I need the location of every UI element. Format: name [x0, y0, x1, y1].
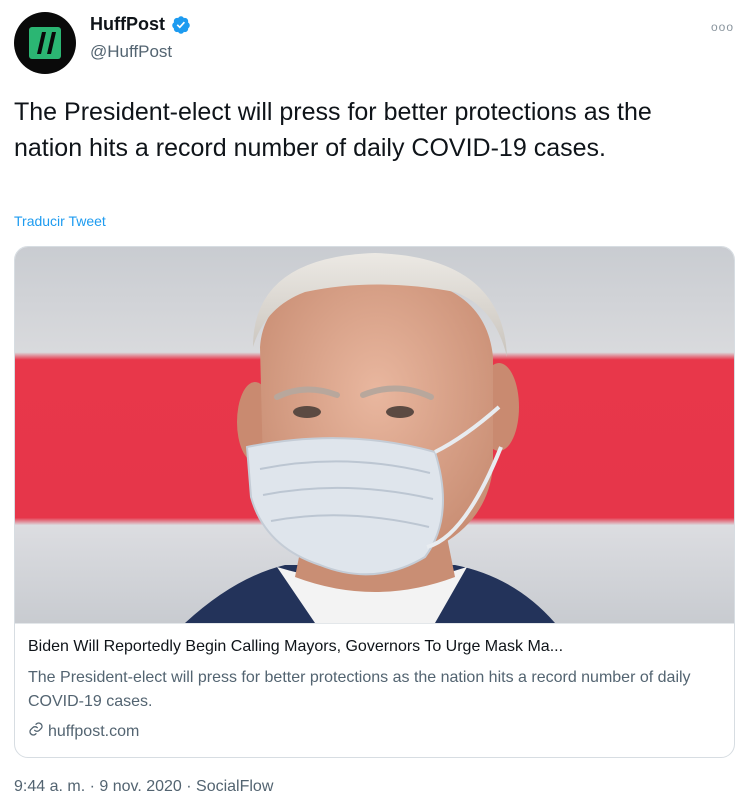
card-text-area[interactable]: Biden Will Reportedly Begin Calling Mayo…	[15, 623, 734, 757]
link-preview-card[interactable]: Biden Will Reportedly Begin Calling Mayo…	[14, 246, 735, 758]
card-title[interactable]: Biden Will Reportedly Begin Calling Mayo…	[28, 638, 718, 656]
card-image[interactable]	[15, 247, 734, 623]
tweet-meta[interactable]: 9:44 a. m. · 9 nov. 2020 · SocialFlow	[14, 778, 273, 796]
card-description: The President-elect will press for bette…	[28, 669, 691, 710]
huffpost-logo-icon	[29, 27, 61, 59]
author-name[interactable]: HuffPost	[90, 14, 165, 35]
author-handle[interactable]: @HuffPost	[90, 42, 172, 62]
verified-badge-icon	[171, 15, 191, 35]
author-name-row[interactable]: HuffPost	[90, 14, 191, 35]
card-domain[interactable]: huffpost.com	[28, 721, 139, 742]
card-domain-text[interactable]: huffpost.com	[48, 723, 139, 741]
card-photo	[15, 247, 734, 623]
link-icon	[28, 721, 44, 742]
tweet-text: The President-elect will press for bette…	[14, 98, 652, 162]
more-options-icon[interactable]: ooo	[711, 20, 734, 34]
huffpost-avatar[interactable]	[14, 12, 76, 74]
translate-tweet-link[interactable]: Traducir Tweet	[14, 213, 106, 229]
